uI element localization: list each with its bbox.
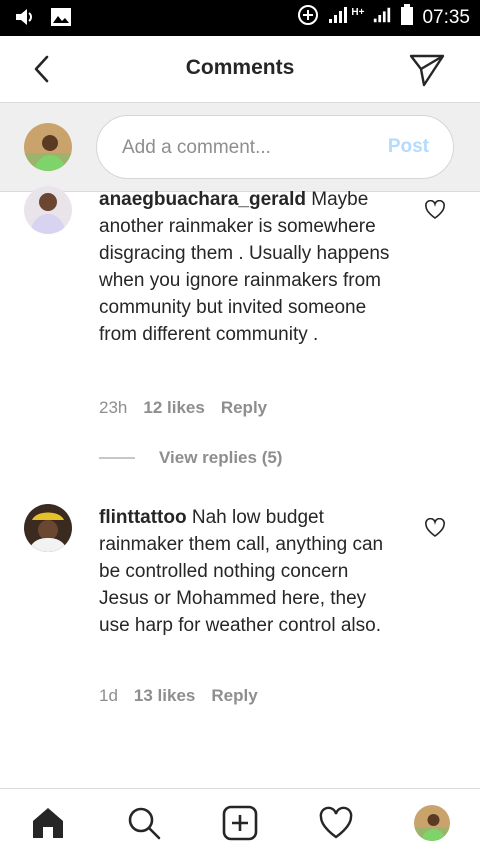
signal-icon [327, 5, 349, 30]
replies-dash [99, 457, 135, 459]
like-heart-icon[interactable] [424, 199, 446, 220]
add-post-icon[interactable] [220, 803, 260, 843]
direct-send-icon[interactable] [408, 50, 446, 88]
comment-time: 23h [99, 398, 128, 417]
comment-username[interactable]: flinttattoo [99, 507, 187, 528]
comment-likes[interactable]: 12 likes [143, 398, 204, 418]
bottom-tab-bar [0, 788, 480, 855]
like-heart-icon[interactable] [424, 517, 446, 538]
post-button[interactable]: Post [388, 136, 429, 158]
comment-body: anaegbuachara_gerald Maybe another rainm… [99, 186, 399, 348]
current-user-avatar [24, 123, 72, 171]
comment-composer: Add a comment... Post [0, 103, 480, 192]
home-icon[interactable] [28, 803, 68, 843]
comment-input[interactable]: Add a comment... Post [96, 115, 454, 179]
data-sync-icon [297, 4, 319, 31]
comment-body: flinttattoo Nah low budget rainmaker the… [99, 504, 399, 639]
comment-time: 1d [99, 686, 118, 705]
comment-text: Maybe another rainmaker is somewhere dis… [99, 189, 390, 345]
gallery-icon [50, 7, 72, 32]
network-type-label: H+ [351, 7, 365, 18]
status-bar: H+ 07:35 [0, 0, 480, 36]
comment-input-placeholder: Add a comment... [122, 137, 271, 158]
commenter-avatar[interactable] [24, 504, 72, 552]
comment-likes[interactable]: 13 likes [134, 686, 195, 706]
clock: 07:35 [422, 6, 470, 28]
volume-icon [14, 6, 36, 33]
reply-button[interactable]: Reply [211, 686, 257, 706]
reply-button[interactable]: Reply [221, 398, 267, 418]
comment-item: anaegbuachara_gerald Maybe another rainm… [0, 186, 480, 482]
comment-meta: 1d 13 likes Reply [99, 686, 258, 706]
comment-meta: 23h 12 likes Reply [99, 398, 267, 418]
view-replies-label: View replies (5) [159, 448, 283, 467]
commenter-avatar[interactable] [24, 186, 72, 234]
battery-icon [400, 4, 414, 31]
comment-username[interactable]: anaegbuachara_gerald [99, 189, 306, 210]
comment-item: flinttattoo Nah low budget rainmaker the… [0, 504, 480, 706]
view-replies-button[interactable]: View replies (5) [99, 448, 282, 468]
app-header: Comments [0, 36, 480, 102]
activity-heart-icon[interactable] [316, 803, 356, 843]
search-icon[interactable] [124, 803, 164, 843]
signal-icon-2 [372, 5, 392, 30]
profile-avatar[interactable] [412, 803, 452, 843]
